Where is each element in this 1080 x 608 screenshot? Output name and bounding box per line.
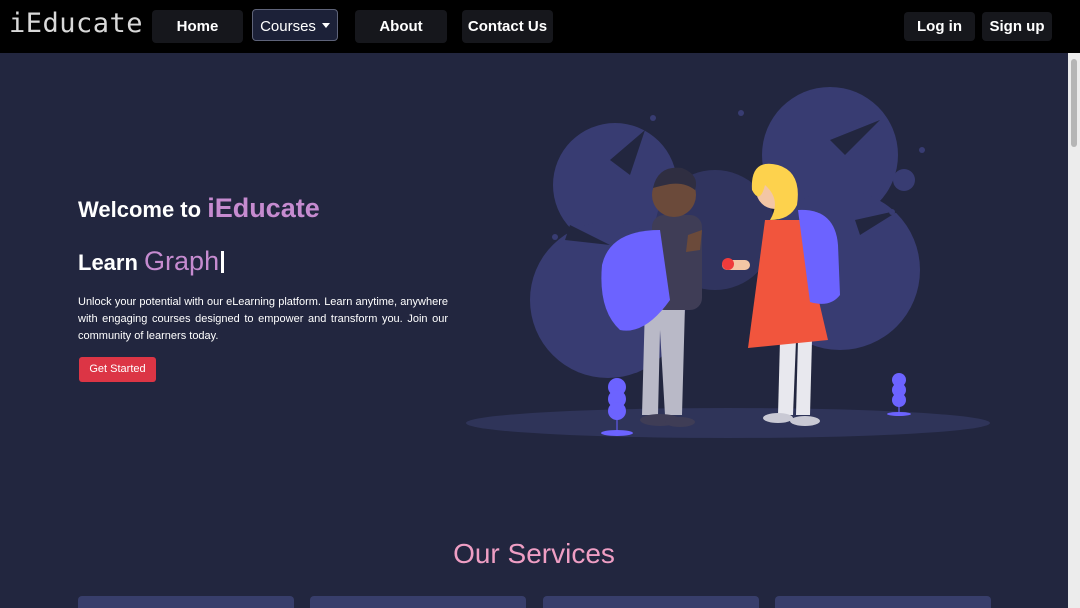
page-scrollbar[interactable]: [1068, 53, 1080, 608]
nav-home[interactable]: Home: [152, 10, 243, 43]
hero-welcome-heading: Welcome to iEducate: [78, 193, 320, 224]
scrollbar-thumb[interactable]: [1071, 59, 1077, 147]
signup-button[interactable]: Sign up: [982, 12, 1052, 41]
typing-cursor: [221, 251, 225, 273]
service-card[interactable]: [775, 596, 991, 608]
service-card[interactable]: [543, 596, 759, 608]
login-button[interactable]: Log in: [904, 12, 975, 41]
get-started-button[interactable]: Get Started: [79, 357, 156, 382]
nav-courses-dropdown[interactable]: Courses: [252, 9, 338, 41]
nav-about[interactable]: About: [355, 10, 447, 43]
caret-down-icon: [321, 23, 330, 29]
nav-courses-label: Courses: [260, 18, 316, 35]
students-illustration: [466, 87, 990, 438]
welcome-brand: iEducate: [207, 193, 320, 223]
service-card[interactable]: [310, 596, 526, 608]
hero-learn-heading: Learn Graph: [78, 246, 225, 277]
learn-typed-word: Graph: [144, 246, 220, 276]
nav-contact[interactable]: Contact Us: [462, 10, 553, 43]
brand-logo[interactable]: iEducate: [9, 8, 143, 39]
hero-description: Unlock your potential with our eLearning…: [78, 296, 448, 342]
welcome-prefix: Welcome to: [78, 197, 202, 222]
learn-prefix: Learn: [78, 250, 138, 275]
navbar: iEducate Home Courses About Contact Us L…: [0, 0, 1080, 53]
services-heading: Our Services: [453, 538, 615, 569]
service-card[interactable]: [78, 596, 294, 608]
